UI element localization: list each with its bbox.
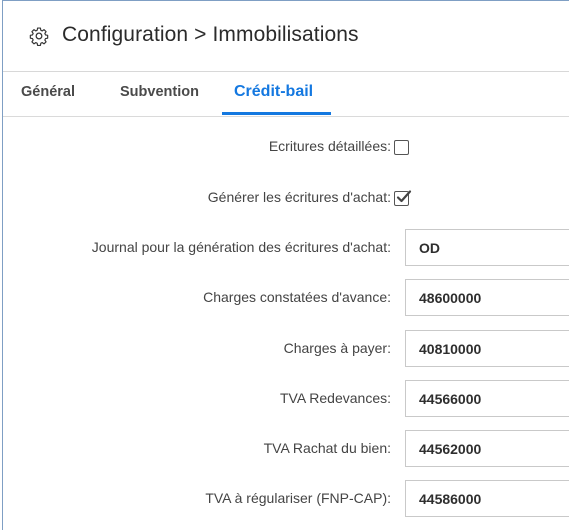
tab-subvention[interactable]: Subvention	[120, 84, 199, 100]
generer-ecritures-achat-label: Générer les écritures d'achat:	[207, 189, 391, 205]
tva-redevances-input[interactable]	[405, 380, 569, 417]
ecritures-detaillees-label: Ecritures détaillées:	[268, 138, 391, 154]
tva-redevances-label: TVA Redevances:	[279, 390, 391, 406]
configuration-panel: Configuration > Immobilisations Général …	[2, 0, 569, 530]
ecritures-detaillees-checkbox[interactable]	[394, 140, 409, 155]
active-tab-indicator	[222, 112, 331, 115]
checkmark-icon	[396, 190, 412, 203]
row-generer-ecritures-achat: Générer les écritures d'achat:	[3, 179, 569, 217]
journal-label: Journal pour la génération des écritures…	[91, 239, 391, 255]
row-charges-a-payer: Charges à payer:	[3, 330, 569, 368]
charges-a-payer-label: Charges à payer:	[283, 340, 391, 356]
row-journal: Journal pour la génération des écritures…	[3, 229, 569, 267]
gear-icon	[29, 27, 49, 46]
generer-ecritures-achat-checkbox[interactable]	[394, 190, 412, 206]
tva-rachat-input[interactable]	[405, 430, 569, 467]
charges-constatees-label: Charges constatées d'avance:	[203, 289, 391, 305]
charges-a-payer-input[interactable]	[405, 330, 569, 367]
row-tva-redevances: TVA Redevances:	[3, 380, 569, 418]
journal-input[interactable]	[405, 229, 569, 266]
page-title: Configuration > Immobilisations	[62, 23, 359, 46]
tab-general[interactable]: Général	[21, 84, 75, 100]
row-charges-constatees: Charges constatées d'avance:	[3, 279, 569, 317]
tab-credit-bail[interactable]: Crédit-bail	[234, 83, 313, 101]
panel-header: Configuration > Immobilisations	[3, 1, 569, 72]
tva-rachat-label: TVA Rachat du bien:	[263, 440, 391, 456]
tva-regulariser-label: TVA à régulariser (FNP-CAP):	[205, 490, 391, 506]
charges-constatees-input[interactable]	[405, 279, 569, 316]
row-tva-regulariser: TVA à régulariser (FNP-CAP):	[3, 480, 569, 518]
tab-bar: Général Subvention Crédit-bail	[3, 72, 569, 117]
row-ecritures-detaillees: Ecritures détaillées:	[3, 128, 569, 166]
row-tva-rachat: TVA Rachat du bien:	[3, 430, 569, 468]
tva-regulariser-input[interactable]	[405, 480, 569, 517]
